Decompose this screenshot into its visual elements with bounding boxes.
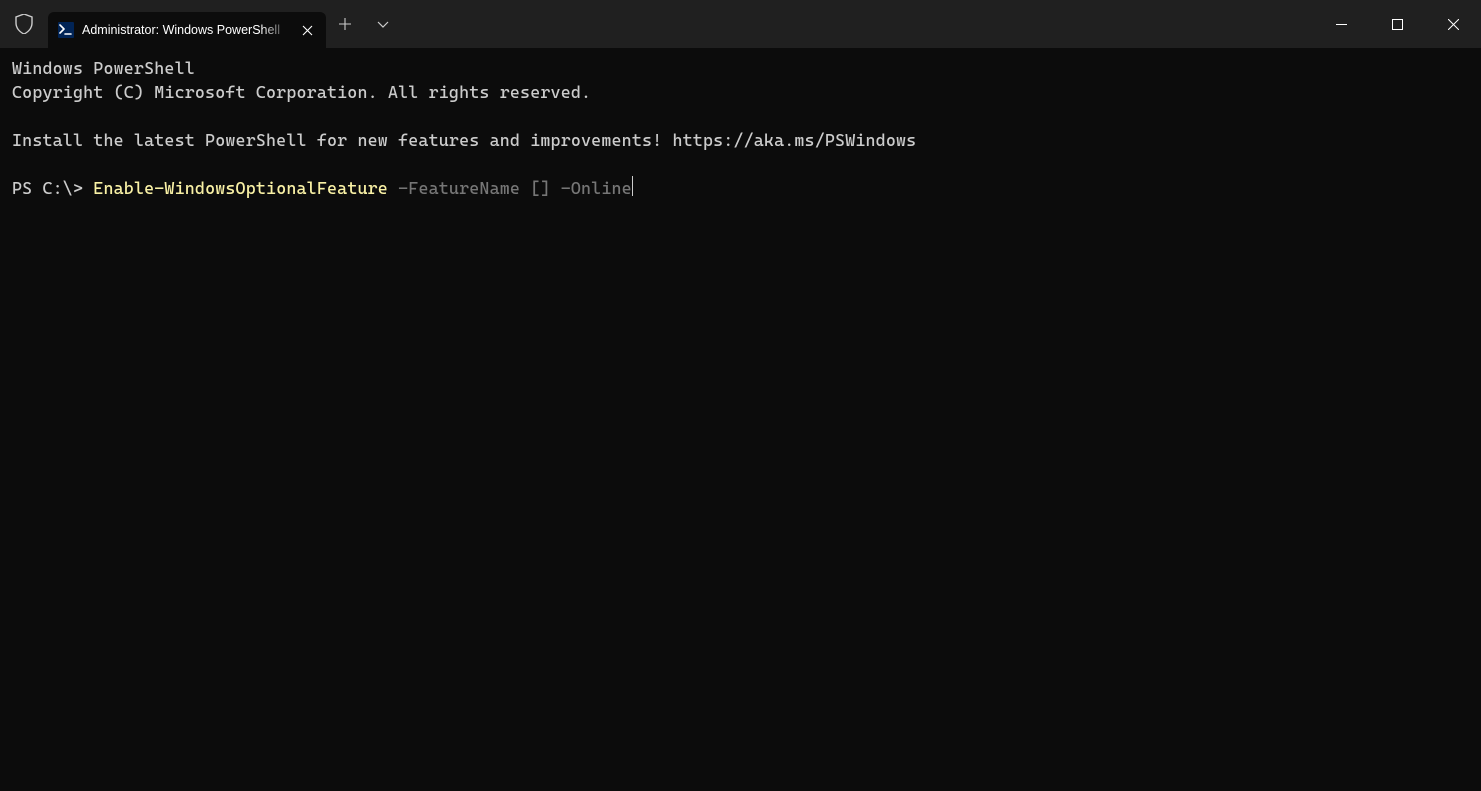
window-controls xyxy=(1313,4,1481,44)
command-cmdlet: Enable-WindowsOptionalFeature xyxy=(93,178,388,198)
powershell-icon xyxy=(58,22,74,38)
cursor xyxy=(632,176,634,196)
tab-actions xyxy=(326,0,402,48)
tab-powershell[interactable]: Administrator: Windows PowerShell xyxy=(48,12,326,48)
maximize-button[interactable] xyxy=(1369,4,1425,44)
tab-dropdown-button[interactable] xyxy=(364,5,402,43)
terminal-area[interactable]: Windows PowerShell Copyright (C) Microso… xyxy=(0,48,1481,208)
close-icon xyxy=(1448,19,1459,30)
maximize-icon xyxy=(1392,19,1403,30)
terminal-output-line: Windows PowerShell xyxy=(12,58,195,78)
terminal-output-line: Copyright (C) Microsoft Corporation. All… xyxy=(12,82,591,102)
titlebar: Administrator: Windows PowerShell xyxy=(0,0,1481,48)
minimize-icon xyxy=(1336,19,1347,30)
minimize-button[interactable] xyxy=(1313,4,1369,44)
shield-icon xyxy=(15,14,33,34)
command-parameters: -FeatureName [] -Online xyxy=(388,178,632,198)
terminal-output-line: Install the latest PowerShell for new fe… xyxy=(12,130,916,150)
app-icon xyxy=(0,0,48,48)
terminal-prompt: PS C:\> xyxy=(12,178,93,198)
close-icon xyxy=(302,25,313,36)
plus-icon xyxy=(339,18,351,30)
close-button[interactable] xyxy=(1425,4,1481,44)
chevron-down-icon xyxy=(377,21,389,28)
new-tab-button[interactable] xyxy=(326,5,364,43)
tab-close-button[interactable] xyxy=(298,21,316,39)
tab-title: Administrator: Windows PowerShell xyxy=(82,23,292,37)
